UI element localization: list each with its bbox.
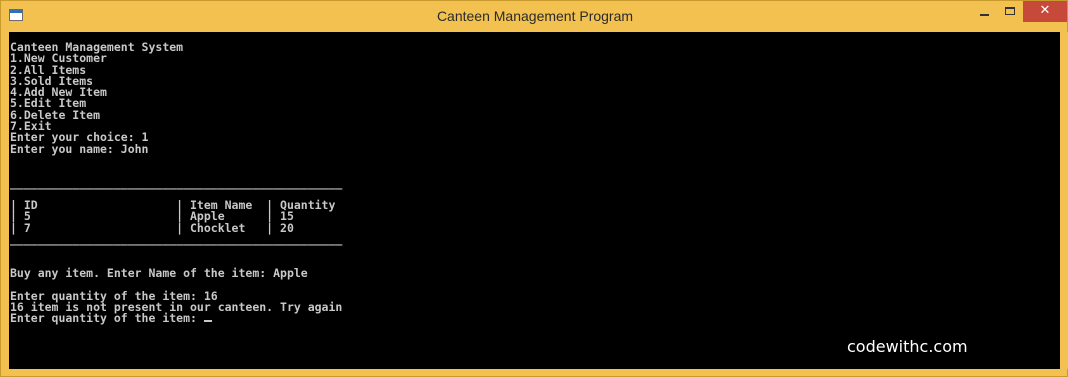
watermark-text: codewithc.com (847, 337, 968, 356)
close-button[interactable]: ✕ (1023, 1, 1067, 22)
console-text: Canteen Management System 1.New Customer… (10, 40, 343, 326)
console-output-area[interactable]: Canteen Management System 1.New Customer… (9, 32, 1060, 369)
vertical-scrollbar[interactable] (1060, 32, 1068, 369)
console-lines: Canteen Management System 1.New Customer… (10, 40, 343, 326)
title-bar[interactable]: Canteen Management Program ✕ (1, 1, 1067, 31)
maximize-button[interactable] (997, 1, 1023, 22)
console-window: Canteen Management Program ✕ Canteen Man… (0, 0, 1068, 377)
minimize-button[interactable] (971, 1, 997, 22)
text-cursor (203, 320, 212, 323)
window-title: Canteen Management Program (436, 8, 634, 24)
